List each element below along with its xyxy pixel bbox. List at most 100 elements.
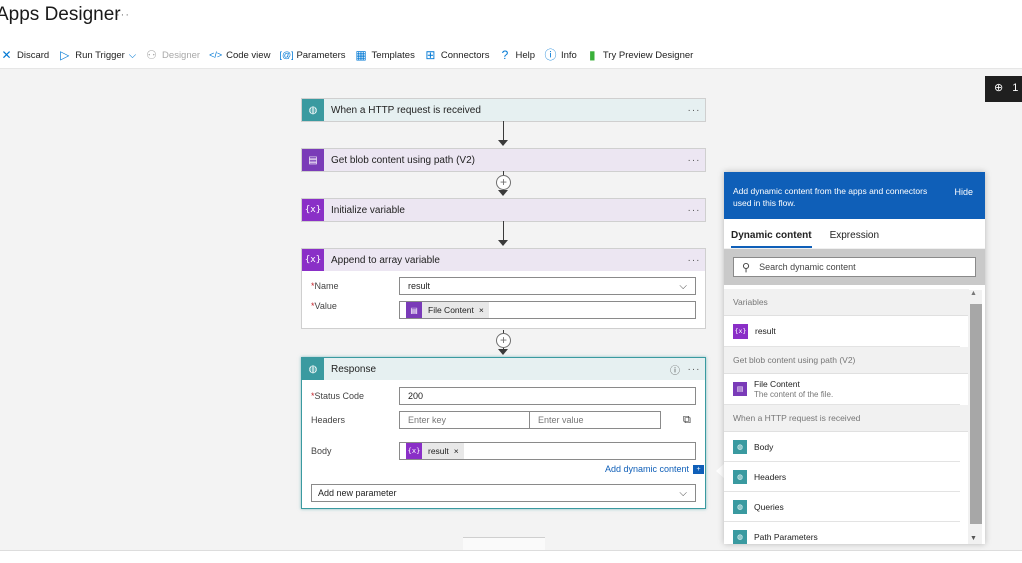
append-variable-card[interactable]: {x} Append to array variable ··· *Name r… <box>301 248 706 329</box>
list-item-file-content[interactable]: ▤ File Content The content of the file. <box>724 374 960 405</box>
response-more-icon[interactable]: ··· <box>683 364 705 375</box>
list-item-result[interactable]: {x} result <box>724 316 960 347</box>
init-variable-card[interactable]: {x} Initialize variable ··· <box>301 198 706 222</box>
parameters-button[interactable]: [@] Parameters <box>279 49 345 62</box>
dynamic-content-list: Variables {x} result Get blob content us… <box>724 289 969 544</box>
search-input[interactable]: ⚲ Search dynamic content <box>733 257 976 277</box>
connectors-icon: ⊞ <box>425 47 436 62</box>
run-trigger-label: Run Trigger <box>75 49 125 61</box>
tab-expression[interactable]: Expression <box>830 230 879 248</box>
flow-arrow <box>503 221 504 241</box>
http-request-icon: ◍ <box>733 529 747 544</box>
info-icon[interactable]: ⓘ <box>667 362 683 377</box>
panel-scrollbar[interactable]: ▲ ▼ <box>968 290 982 544</box>
status-code-input[interactable]: 200 <box>399 387 696 405</box>
trigger-card[interactable]: ◍ When a HTTP request is received ··· <box>301 98 706 122</box>
headers-label: Headers <box>311 415 346 425</box>
panel-tabs: Dynamic content Expression <box>724 219 985 249</box>
templates-icon: ▦ <box>355 47 367 62</box>
http-request-icon: ◍ <box>302 99 324 121</box>
section-http-request: When a HTTP request is received <box>724 405 969 432</box>
variable-icon: {x} <box>733 323 748 339</box>
tab-dynamic-content[interactable]: Dynamic content <box>731 230 812 248</box>
header-key-input[interactable]: Enter key <box>399 411 530 429</box>
add-new-parameter-select[interactable]: Add new parameter ⌵ <box>311 484 696 502</box>
variable-icon: {x} <box>302 249 324 271</box>
file-content-token[interactable]: ▤ File Content × <box>406 302 489 318</box>
list-item-queries[interactable]: ◍ Queries <box>724 492 960 522</box>
info-button[interactable]: ⓘ Info <box>544 48 577 62</box>
discard-label: Discard <box>17 49 50 61</box>
result-token[interactable]: {x} result × <box>406 443 464 459</box>
search-wrap: ⚲ Search dynamic content <box>724 249 985 285</box>
http-request-icon: ◍ <box>733 499 747 514</box>
variable-icon: {x} <box>406 443 422 459</box>
header-key-placeholder: Enter key <box>408 415 447 425</box>
append-variable-more-icon[interactable]: ··· <box>683 255 705 266</box>
list-item-path-parameters[interactable]: ◍ Path Parameters <box>724 522 960 544</box>
designer-button[interactable]: ⚇ Designer <box>145 47 200 62</box>
panel-header-text: Add dynamic content from the apps and co… <box>733 186 928 208</box>
help-button[interactable]: ? Help <box>498 48 535 62</box>
list-item-body[interactable]: ◍ Body <box>724 432 960 462</box>
arrowhead <box>498 240 508 246</box>
trigger-more-icon[interactable]: ··· <box>683 105 705 116</box>
list-item-headers[interactable]: ◍ Headers <box>724 462 960 492</box>
zoom-control[interactable]: ⊕ 1 <box>985 76 1022 102</box>
scrollbar-thumb[interactable] <box>970 304 982 524</box>
token-remove-icon[interactable]: × <box>454 446 459 456</box>
init-variable-title: Initialize variable <box>331 204 405 216</box>
get-blob-card[interactable]: ▤ Get blob content using path (V2) ··· <box>301 148 706 172</box>
http-request-icon: ◍ <box>733 439 747 454</box>
discard-button[interactable]: ✕ Discard <box>0 48 50 62</box>
scroll-down-icon[interactable]: ▼ <box>970 535 977 542</box>
list-item-label: Path Parameters <box>754 531 818 542</box>
scroll-up-icon[interactable]: ▲ <box>970 290 977 297</box>
http-request-icon: ◍ <box>733 469 747 484</box>
code-view-button[interactable]: </> Code view <box>209 49 270 62</box>
trigger-title: When a HTTP request is received <box>331 104 481 116</box>
add-dynamic-label: Add dynamic content <box>605 464 690 474</box>
value-input[interactable]: ▤ File Content × <box>399 301 696 319</box>
variable-icon: {x} <box>302 199 324 221</box>
response-card[interactable]: ◍ Response ⓘ ··· *Status Code 200 Header… <box>301 357 706 509</box>
value-label: *Value <box>311 301 337 311</box>
list-item-label: File Content <box>754 379 800 389</box>
get-blob-more-icon[interactable]: ··· <box>683 155 705 166</box>
code-view-label: Code view <box>226 49 271 61</box>
status-code-value: 200 <box>408 391 424 401</box>
title-more-icon[interactable]: ··· <box>116 9 130 21</box>
try-preview-button[interactable]: ▮ Try Preview Designer <box>586 47 694 62</box>
info-label: Info <box>561 49 577 61</box>
header-value-placeholder: Enter value <box>538 415 584 425</box>
toolbar: ✕ Discard ▷ Run Trigger ⌵ ⚇ Designer </>… <box>0 45 702 65</box>
insert-step-button[interactable]: + <box>496 175 511 190</box>
header-value-input[interactable]: Enter value <box>530 411 661 429</box>
flag-icon: ▮ <box>589 47 596 62</box>
connectors-button[interactable]: ⊞ Connectors <box>424 47 489 62</box>
blob-storage-icon: ▤ <box>406 302 422 318</box>
try-preview-label: Try Preview Designer <box>602 49 694 61</box>
code-icon: </> <box>209 49 223 60</box>
zoom-in-icon: ⊕ <box>994 82 1004 94</box>
switch-mode-icon[interactable]: ⧉ <box>683 414 691 427</box>
flow-arrow <box>503 121 504 141</box>
arrowhead <box>498 349 508 355</box>
insert-step-button[interactable]: + <box>496 333 511 348</box>
token-remove-icon[interactable]: × <box>479 305 484 315</box>
status-code-label: *Status Code <box>311 391 365 401</box>
templates-button[interactable]: ▦ Templates <box>355 47 414 62</box>
section-variables: Variables <box>724 289 969 316</box>
body-input[interactable]: {x} result × <box>399 442 696 460</box>
add-dynamic-content-link[interactable]: Add dynamic content + <box>605 464 705 474</box>
init-variable-more-icon[interactable]: ··· <box>683 205 705 216</box>
token-label: File Content <box>428 305 474 315</box>
blob-storage-icon: ▤ <box>733 382 747 396</box>
name-select[interactable]: result ⌵ <box>399 277 696 295</box>
name-label: *Name <box>311 281 339 291</box>
dynamic-content-panel: Add dynamic content from the apps and co… <box>724 172 985 544</box>
designer-icon: ⚇ <box>146 47 157 62</box>
run-trigger-button[interactable]: ▷ Run Trigger ⌵ <box>58 48 136 62</box>
hide-button[interactable]: Hide <box>954 186 973 198</box>
list-item-label: Headers <box>754 471 787 482</box>
